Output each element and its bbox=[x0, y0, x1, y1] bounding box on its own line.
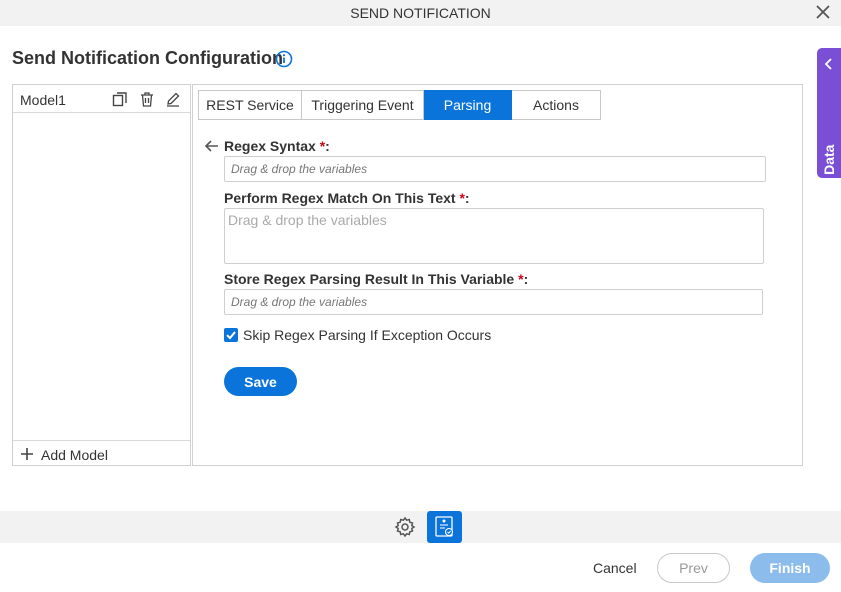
back-arrow-icon[interactable] bbox=[204, 139, 219, 153]
model-list-panel: Model1 Add Model bbox=[12, 84, 191, 466]
window-titlebar: SEND NOTIFICATION bbox=[0, 0, 841, 26]
skip-exception-label: Skip Regex Parsing If Exception Occurs bbox=[243, 327, 492, 343]
close-icon[interactable] bbox=[814, 3, 832, 21]
tab-bar: REST Service Triggering Event Parsing Ac… bbox=[198, 90, 601, 120]
skip-exception-checkbox[interactable] bbox=[224, 328, 238, 342]
tab-triggering-event[interactable]: Triggering Event bbox=[302, 90, 424, 120]
plus-icon bbox=[21, 448, 33, 460]
gear-icon[interactable] bbox=[394, 516, 416, 538]
tab-rest-service[interactable]: REST Service bbox=[198, 90, 302, 120]
store-result-placeholder: Drag & drop the variables bbox=[231, 295, 368, 309]
store-result-label: Store Regex Parsing Result In This Varia… bbox=[224, 271, 529, 287]
tab-actions[interactable]: Actions bbox=[512, 90, 601, 120]
store-result-input[interactable]: Drag & drop the variables bbox=[224, 289, 763, 315]
checkmark-icon bbox=[226, 331, 236, 340]
regex-syntax-label: Regex Syntax *: bbox=[224, 138, 330, 154]
workflow-settings-icon[interactable] bbox=[427, 511, 462, 543]
match-text-label: Perform Regex Match On This Text *: bbox=[224, 190, 470, 206]
cancel-button[interactable]: Cancel bbox=[593, 560, 637, 576]
add-model-button[interactable]: Add Model bbox=[13, 440, 190, 465]
add-model-label: Add Model bbox=[41, 447, 108, 463]
save-button[interactable]: Save bbox=[224, 367, 297, 396]
app-data-label: App Data bbox=[821, 144, 837, 206]
bottom-toolbar bbox=[0, 511, 841, 543]
prev-button[interactable]: Prev bbox=[657, 553, 730, 583]
app-data-tab[interactable]: App Data bbox=[817, 48, 841, 206]
match-text-textarea[interactable]: Drag & drop the variables bbox=[224, 208, 764, 264]
trash-icon[interactable] bbox=[139, 91, 155, 107]
window-title: SEND NOTIFICATION bbox=[350, 5, 491, 21]
model-name: Model1 bbox=[20, 92, 66, 108]
match-text-placeholder: Drag & drop the variables bbox=[228, 212, 387, 228]
page-title: Send Notification Configuration bbox=[12, 48, 283, 68]
info-icon[interactable] bbox=[275, 50, 293, 68]
model-list-item[interactable]: Model1 bbox=[13, 85, 190, 113]
finish-button[interactable]: Finish bbox=[750, 553, 830, 583]
copy-icon[interactable] bbox=[112, 91, 128, 107]
edit-icon[interactable] bbox=[165, 91, 181, 107]
tab-parsing[interactable]: Parsing bbox=[424, 90, 512, 120]
regex-syntax-placeholder: Drag & drop the variables bbox=[231, 162, 368, 176]
regex-syntax-input[interactable]: Drag & drop the variables bbox=[224, 156, 766, 182]
chevron-left-icon bbox=[824, 58, 832, 70]
